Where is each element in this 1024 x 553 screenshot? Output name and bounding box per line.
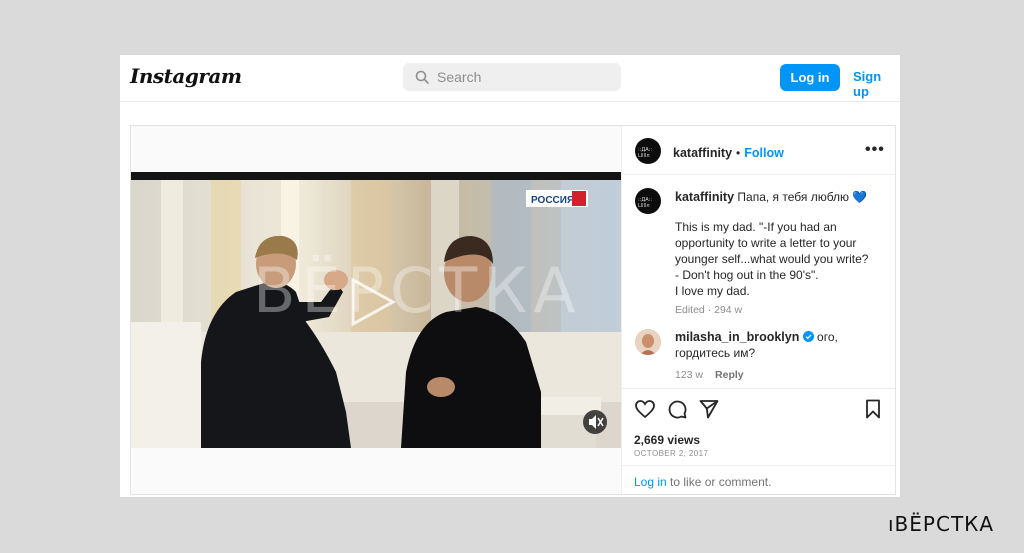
- like-heart-icon[interactable]: [635, 400, 655, 418]
- caption-russian-text: Папа, я тебя люблю 💙: [737, 190, 868, 204]
- caption-line: This is my dad. "-If you had an: [675, 220, 837, 234]
- search-icon: [415, 70, 429, 84]
- action-bar: [622, 388, 895, 429]
- more-options-icon[interactable]: •••: [865, 141, 885, 159]
- video-watermark: ВЁРСТКА: [253, 254, 582, 327]
- post-sidebar: ::ДА:: Lllllл kataffinity • Follow ••• ::Д…: [622, 126, 895, 494]
- instagram-window: Instagram Log in Sign up: [120, 55, 900, 497]
- login-link[interactable]: Log in: [634, 475, 667, 489]
- instagram-logo[interactable]: Instagram: [130, 64, 242, 88]
- caption-line: I love my dad.: [675, 284, 750, 298]
- caption-author-username[interactable]: kataffinity: [675, 190, 734, 204]
- caption-first-line: kataffinity Папа, я тебя люблю 💙: [675, 189, 887, 205]
- login-prompt-text: to like or comment.: [666, 475, 772, 489]
- verified-badge-icon: [802, 331, 814, 342]
- author-avatar[interactable]: ::ДА:: Lllllл: [635, 138, 661, 164]
- post-header: ::ДА:: Lllllл kataffinity • Follow •••: [622, 126, 895, 175]
- save-bookmark-icon[interactable]: [865, 399, 881, 419]
- commenter-username[interactable]: milasha_in_brooklyn: [675, 330, 799, 344]
- video-frame: РОССИЯ 1 ВЁРСТКА: [131, 172, 621, 448]
- top-navigation-bar: Instagram Log in Sign up: [120, 55, 900, 102]
- follow-button[interactable]: Follow: [744, 146, 784, 160]
- share-send-icon[interactable]: [699, 399, 719, 419]
- caption-author-avatar[interactable]: ::ДА:: Lllllл: [635, 188, 661, 214]
- comment-text-line-2: гордитесь им?: [675, 346, 756, 360]
- mute-icon[interactable]: [583, 410, 607, 434]
- caption-meta: Edited · 294 w: [675, 304, 743, 316]
- caption-line: younger self...what would you write?: [675, 252, 869, 266]
- search-box[interactable]: [403, 63, 621, 91]
- view-count: 2,669 views: [634, 433, 701, 447]
- separator-dot: •: [736, 146, 741, 160]
- reply-button[interactable]: Reply: [715, 369, 744, 381]
- comment-text: ого,: [817, 330, 838, 344]
- commenter-avatar[interactable]: [635, 329, 661, 355]
- comment-age: 123 w: [675, 369, 704, 381]
- comment-bubble-icon[interactable]: [667, 399, 687, 419]
- signup-link[interactable]: Sign up: [853, 69, 900, 99]
- video-player[interactable]: РОССИЯ 1 ВЁРСТКА: [131, 172, 621, 448]
- commenter-photo: [635, 329, 661, 355]
- author-username[interactable]: kataffinity: [673, 146, 732, 160]
- caption-line: - Don't hog out in the 90's".: [675, 268, 819, 282]
- comment-item: milasha_in_brooklyn ого, гордитесь им? 1…: [675, 329, 887, 383]
- verstka-brand-logo: ıВЁРСТКА: [888, 512, 995, 536]
- post-media-area: РОССИЯ 1 ВЁРСТКА: [131, 126, 622, 494]
- caption-line: opportunity to write a letter to your: [675, 236, 857, 250]
- caption: kataffinity Папа, я тебя люблю 💙 This is…: [675, 189, 887, 318]
- post-card: РОССИЯ 1 ВЁРСТКА ::ДА:: Lllllл kataffini…: [130, 125, 896, 495]
- login-button[interactable]: Log in: [780, 64, 840, 91]
- search-input[interactable]: [437, 68, 607, 86]
- login-prompt-row: Log in to like or comment.: [622, 465, 895, 495]
- post-date: OCTOBER 2, 2017: [634, 449, 709, 458]
